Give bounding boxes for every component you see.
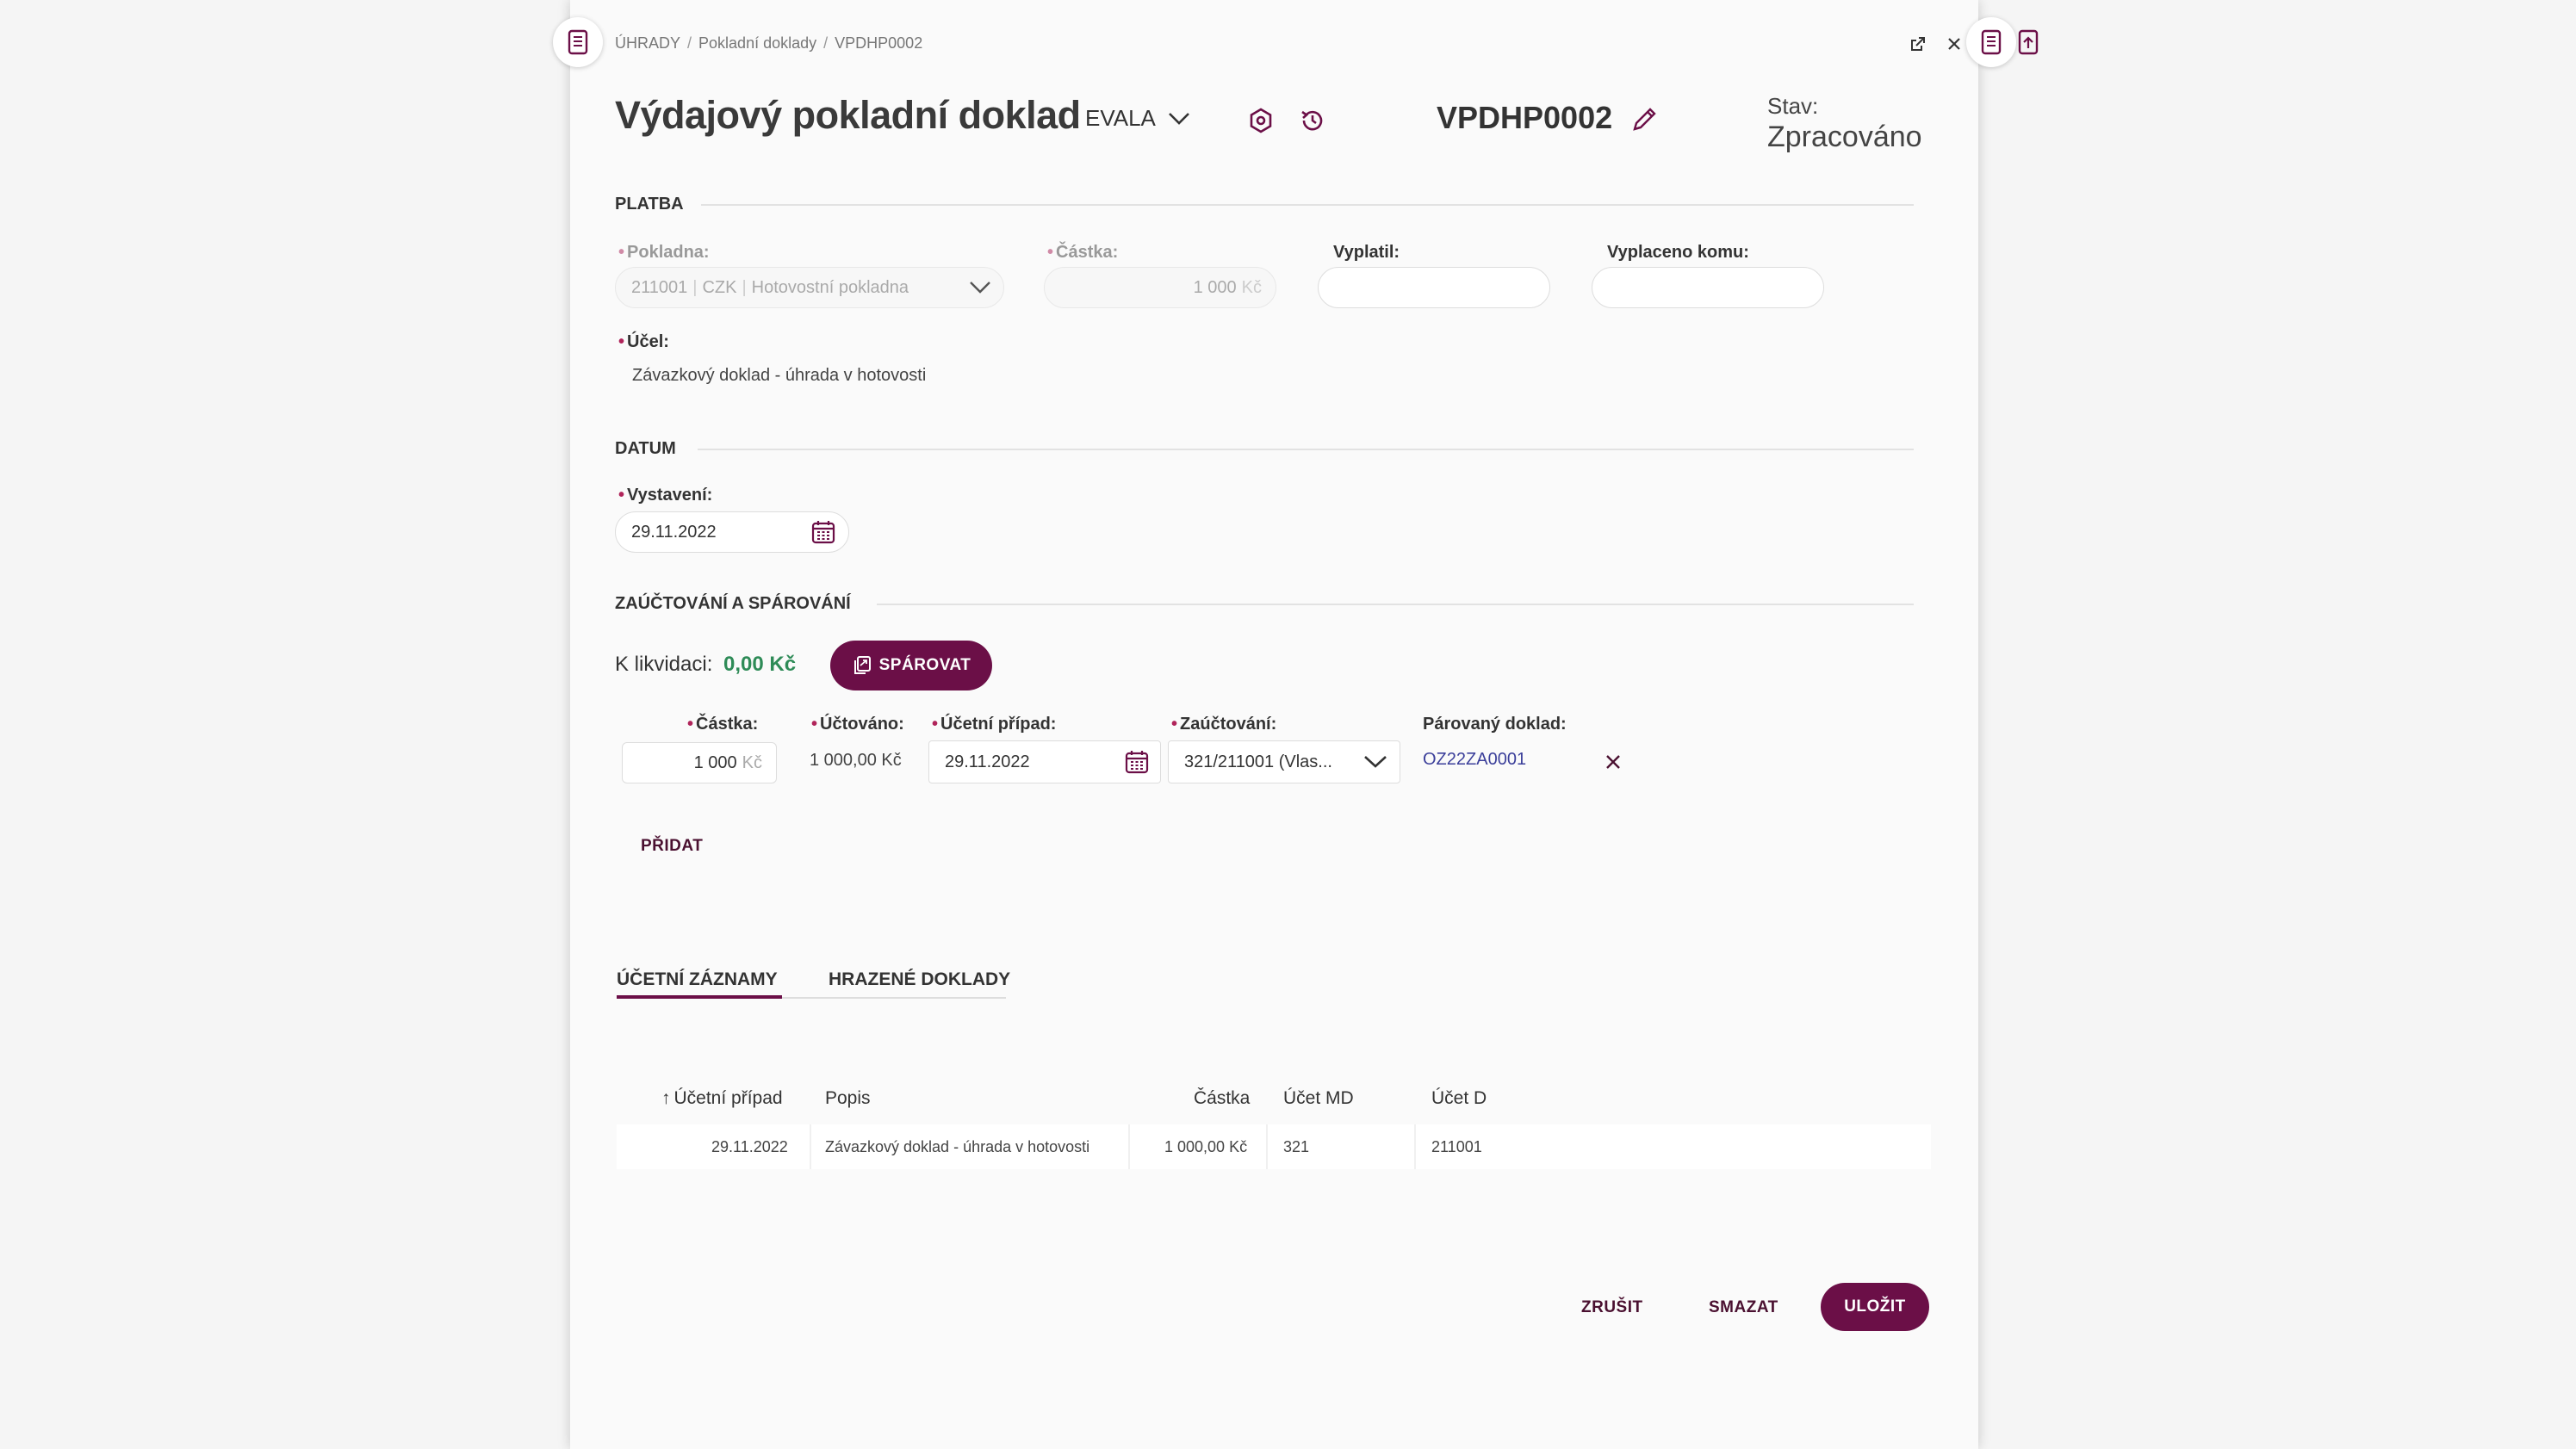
table-row[interactable] — [617, 1124, 1931, 1169]
pokladna-currency: CZK — [702, 277, 737, 297]
vyplatil-input[interactable] — [1318, 267, 1550, 308]
section-title-zauctovani: ZAÚČTOVÁNÍ A SPÁROVÁNÍ — [615, 594, 851, 613]
uctovano-value: 1 000,00 Kč — [810, 751, 902, 770]
breadcrumb-item-current: VPDHP0002 — [835, 34, 923, 52]
zauctovani-castka-unit: Kč — [742, 752, 762, 772]
chevron-down-icon — [1364, 756, 1387, 768]
upload-document-icon[interactable] — [2014, 28, 2043, 57]
zauctovani-castka-label: • Částka: — [687, 715, 759, 734]
save-button[interactable]: ULOŽIT — [1821, 1283, 1929, 1331]
pokladna-select[interactable]: 211001 | CZK | Hotovostní pokladna — [615, 267, 1004, 308]
table-cell-castka: 1 000,00 Kč — [1164, 1138, 1248, 1155]
pair-documents-icon — [853, 656, 871, 674]
chevron-down-icon — [1168, 112, 1189, 125]
ucetni-pripad-value: 29.11.2022 — [945, 752, 1030, 771]
table-cell-ucetni-pripad: 29.11.2022 — [711, 1138, 788, 1155]
tab-ucetni-zaznamy[interactable]: ÚČETNÍ ZÁZNAMY — [617, 969, 778, 990]
delete-button[interactable]: SMAZAT — [1709, 1298, 1778, 1317]
vyplatil-label: Vyplatil: — [1333, 243, 1400, 262]
edit-pencil-icon[interactable] — [1628, 103, 1660, 136]
section-title-datum: DATUM — [615, 439, 676, 458]
vystaveni-value: 29.11.2022 — [631, 522, 717, 542]
pridat-button[interactable]: PŘIDAT — [641, 837, 703, 856]
state-label: Stav: — [1767, 93, 1819, 119]
column-header-ucet-md[interactable]: Účet MD — [1283, 1088, 1354, 1109]
settings-icon[interactable] — [1245, 105, 1276, 136]
ucetni-pripad-label: • Účetní případ: — [932, 715, 1057, 734]
k-likvidaci-value: 0,00 Kč — [723, 653, 797, 676]
vyplaceno-komu-input[interactable] — [1592, 267, 1824, 308]
column-divider — [1266, 1124, 1268, 1169]
calendar-icon[interactable] — [1124, 749, 1150, 775]
cancel-button[interactable]: ZRUŠIT — [1581, 1298, 1643, 1317]
zauctovani-label: • Zaúčtování: — [1171, 715, 1277, 734]
close-icon[interactable] — [1943, 33, 1965, 55]
table-cell-ucet-d: 211001 — [1431, 1138, 1482, 1155]
zauctovani-value: 321/211001 (Vlas... — [1184, 752, 1332, 771]
column-header-popis[interactable]: Popis — [825, 1088, 871, 1109]
active-tab-indicator — [617, 995, 782, 999]
invoice-tab-icon[interactable] — [1966, 17, 2016, 67]
document-tab-icon[interactable] — [553, 17, 603, 67]
ucel-label: • Účel: — [618, 332, 669, 351]
chevron-down-icon — [970, 282, 990, 294]
castka-label: • Částka: — [1047, 243, 1119, 262]
vystaveni-date-input[interactable]: 29.11.2022 — [615, 511, 849, 553]
zauctovani-castka-input[interactable]: 1 000 Kč — [622, 742, 777, 783]
ucel-value[interactable]: Závazkový doklad - úhrada v hotovosti — [632, 366, 926, 386]
tenant-label: EVALA — [1085, 105, 1156, 131]
section-title-platba: PLATBA — [615, 195, 684, 214]
history-icon[interactable] — [1297, 105, 1328, 136]
parovany-doklad-label: Párovaný doklad: — [1423, 715, 1567, 734]
pokladna-name: Hotovostní pokladna — [751, 277, 909, 297]
column-divider — [1414, 1124, 1416, 1169]
column-header-castka[interactable]: Částka — [1194, 1088, 1250, 1109]
section-divider — [877, 604, 1914, 605]
page-title: Výdajový pokladní doklad — [615, 93, 1081, 137]
column-header-ucetni-pripad[interactable]: ↑ Účetní případ — [661, 1088, 783, 1109]
table-cell-ucet-md: 321 — [1283, 1138, 1310, 1155]
sparovat-button[interactable]: SPÁROVAT — [830, 641, 992, 690]
remove-pairing-icon[interactable] — [1602, 751, 1624, 773]
pokladna-label: • Pokladna: — [618, 243, 710, 262]
vystaveni-label: • Vystavení: — [618, 486, 713, 505]
column-header-ucet-d[interactable]: Účet D — [1431, 1088, 1487, 1109]
column-divider — [1128, 1124, 1130, 1169]
zauctovani-select[interactable]: 321/211001 (Vlas... — [1168, 740, 1400, 783]
document-number: VPDHP0002 — [1437, 100, 1613, 135]
breadcrumb-item-pokladni-doklady[interactable]: Pokladní doklady — [698, 34, 816, 52]
state-value: Zpracováno — [1767, 121, 1922, 153]
parovany-doklad-link[interactable]: OZ22ZA0001 — [1423, 750, 1526, 770]
castka-field[interactable]: 1 000 Kč — [1044, 267, 1276, 308]
sort-arrow-up-icon: ↑ — [661, 1088, 671, 1108]
pokladna-code: 211001 — [631, 277, 688, 297]
table-cell-popis: Závazkový doklad - úhrada v hotovosti — [825, 1138, 1090, 1155]
tenant-selector[interactable]: EVALA — [1085, 105, 1190, 132]
open-external-icon[interactable] — [1907, 33, 1929, 55]
k-likvidaci-label: K likvidaci: — [615, 653, 713, 676]
zauctovani-castka-value: 1 000 — [693, 752, 737, 772]
save-label: ULOŽIT — [1844, 1297, 1906, 1316]
breadcrumb-item-uhrady[interactable]: ÚHRADY — [615, 34, 680, 52]
breadcrumb: ÚHRADY / Pokladní doklady / VPDHP0002 — [615, 34, 923, 52]
castka-value: 1 000 — [1193, 277, 1237, 297]
column-divider — [810, 1124, 811, 1169]
ucetni-pripad-date-input[interactable]: 29.11.2022 — [928, 740, 1161, 783]
calendar-icon[interactable] — [810, 519, 836, 545]
vyplaceno-komu-label: Vyplaceno komu: — [1607, 243, 1749, 262]
tab-hrazene-doklady[interactable]: HRAZENÉ DOKLADY — [829, 969, 1010, 990]
castka-unit: Kč — [1241, 277, 1262, 297]
uctovano-label: • Účtováno: — [811, 715, 904, 734]
section-divider — [698, 449, 1914, 450]
sparovat-label: SPÁROVAT — [878, 656, 971, 674]
section-divider — [701, 204, 1914, 206]
